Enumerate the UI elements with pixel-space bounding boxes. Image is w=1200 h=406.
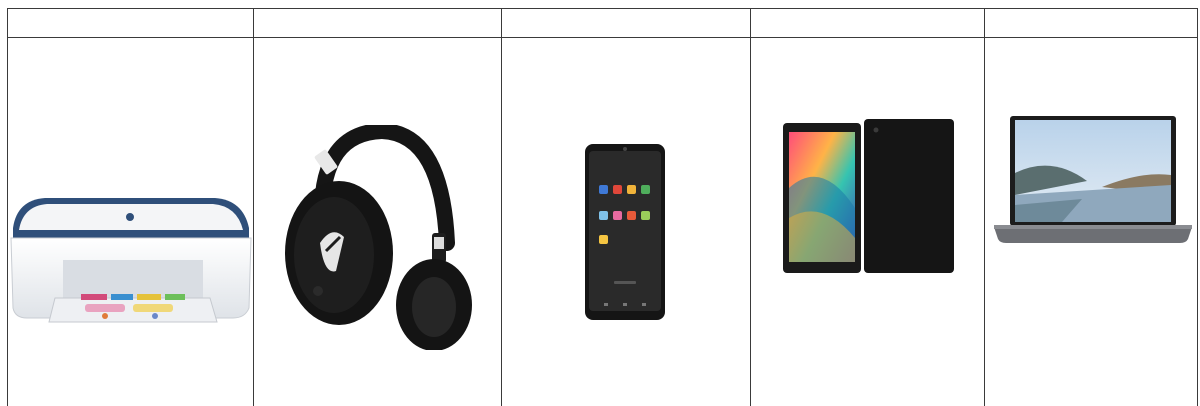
headphones-icon xyxy=(282,122,472,351)
tablet-icon xyxy=(782,118,957,276)
header-cell xyxy=(9,9,252,37)
header-row-divider xyxy=(7,37,1198,38)
header-cell xyxy=(986,9,1196,37)
laptop-icon xyxy=(992,115,1194,253)
column-divider xyxy=(984,8,985,406)
column-divider xyxy=(750,8,751,406)
smartphone-icon xyxy=(584,143,666,321)
header-cell xyxy=(752,9,983,37)
header-cell xyxy=(255,9,500,37)
column-divider xyxy=(501,8,502,406)
document-page xyxy=(0,0,1200,406)
header-cell xyxy=(503,9,749,37)
printer-icon xyxy=(5,190,255,330)
